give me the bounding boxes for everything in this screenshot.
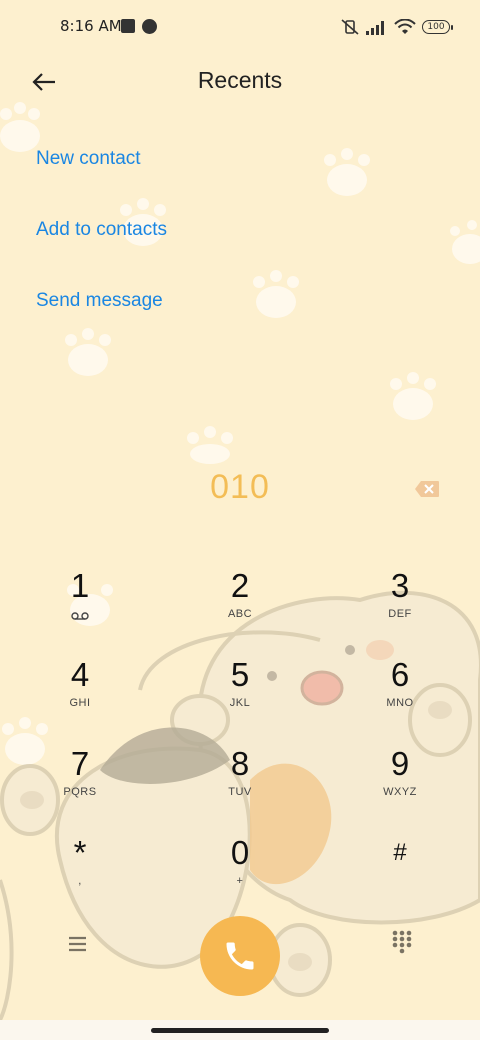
add-to-contacts-link[interactable]: Add to contacts bbox=[36, 219, 167, 241]
dialpad-toggle-button[interactable] bbox=[388, 928, 416, 956]
key-0[interactable]: 0 + bbox=[185, 833, 295, 913]
status-bar: 8:16 AM 100 bbox=[0, 0, 480, 56]
menu-icon bbox=[69, 936, 86, 952]
key-7[interactable]: 7 PQRS bbox=[25, 744, 135, 824]
key-letters: MNO bbox=[386, 697, 414, 709]
key-1[interactable]: 1 bbox=[25, 566, 135, 646]
send-message-link[interactable]: Send message bbox=[36, 290, 163, 312]
key-letters: ABC bbox=[227, 608, 253, 620]
key-digit: 9 bbox=[390, 745, 410, 782]
backspace-button[interactable] bbox=[414, 480, 440, 502]
bottom-action-bar bbox=[0, 912, 480, 1002]
key-digit: 6 bbox=[390, 656, 410, 693]
key-letters: + bbox=[236, 875, 244, 887]
key-2[interactable]: 2 ABC bbox=[185, 566, 295, 646]
vibrate-off-icon bbox=[341, 19, 359, 35]
key-hash[interactable]: # bbox=[345, 833, 455, 913]
key-letters: GHI bbox=[69, 697, 91, 709]
app-notification-icon bbox=[142, 19, 157, 34]
key-digit: # bbox=[393, 839, 407, 866]
key-letters: JKL bbox=[229, 697, 251, 709]
key-letters: , bbox=[78, 875, 82, 887]
key-digit: 2 bbox=[230, 567, 250, 604]
key-8[interactable]: 8 TUV bbox=[185, 744, 295, 824]
page-title: Recents bbox=[197, 67, 283, 93]
key-letters: PQRS bbox=[63, 786, 97, 798]
header: Recents bbox=[0, 56, 480, 108]
key-letters: WXYZ bbox=[383, 786, 417, 798]
key-5[interactable]: 5 JKL bbox=[185, 655, 295, 735]
key-letters: DEF bbox=[388, 608, 412, 620]
backspace-icon bbox=[415, 481, 439, 497]
phone-icon bbox=[226, 942, 254, 970]
call-button[interactable] bbox=[200, 916, 280, 996]
key-digit: 5 bbox=[230, 656, 250, 693]
key-letters: TUV bbox=[228, 786, 252, 798]
key-6[interactable]: 6 MNO bbox=[345, 655, 455, 735]
home-indicator[interactable] bbox=[151, 1028, 329, 1033]
dialed-number: 010 bbox=[210, 468, 270, 506]
voicemail-icon bbox=[71, 612, 89, 620]
key-digit: 3 bbox=[390, 567, 410, 604]
new-contact-link[interactable]: New contact bbox=[36, 148, 141, 170]
key-digit: 1 bbox=[70, 567, 90, 604]
key-digit: 8 bbox=[230, 745, 250, 782]
key-digit: 0 bbox=[230, 834, 250, 871]
notification-icon bbox=[121, 19, 135, 33]
signal-icon bbox=[366, 21, 384, 35]
status-icons: 100 bbox=[340, 16, 453, 38]
menu-button[interactable] bbox=[64, 930, 92, 958]
key-digit: 7 bbox=[70, 745, 90, 782]
key-digit: * bbox=[73, 834, 87, 871]
key-star[interactable]: * , bbox=[25, 833, 135, 913]
key-digit: 4 bbox=[70, 656, 90, 693]
status-time: 8:16 AM bbox=[60, 17, 122, 35]
wifi-icon bbox=[394, 19, 416, 34]
key-3[interactable]: 3 DEF bbox=[345, 566, 455, 646]
key-9[interactable]: 9 WXYZ bbox=[345, 744, 455, 824]
battery-icon: 100 bbox=[422, 20, 453, 34]
dialpad-icon bbox=[392, 930, 412, 954]
key-4[interactable]: 4 GHI bbox=[25, 655, 135, 735]
